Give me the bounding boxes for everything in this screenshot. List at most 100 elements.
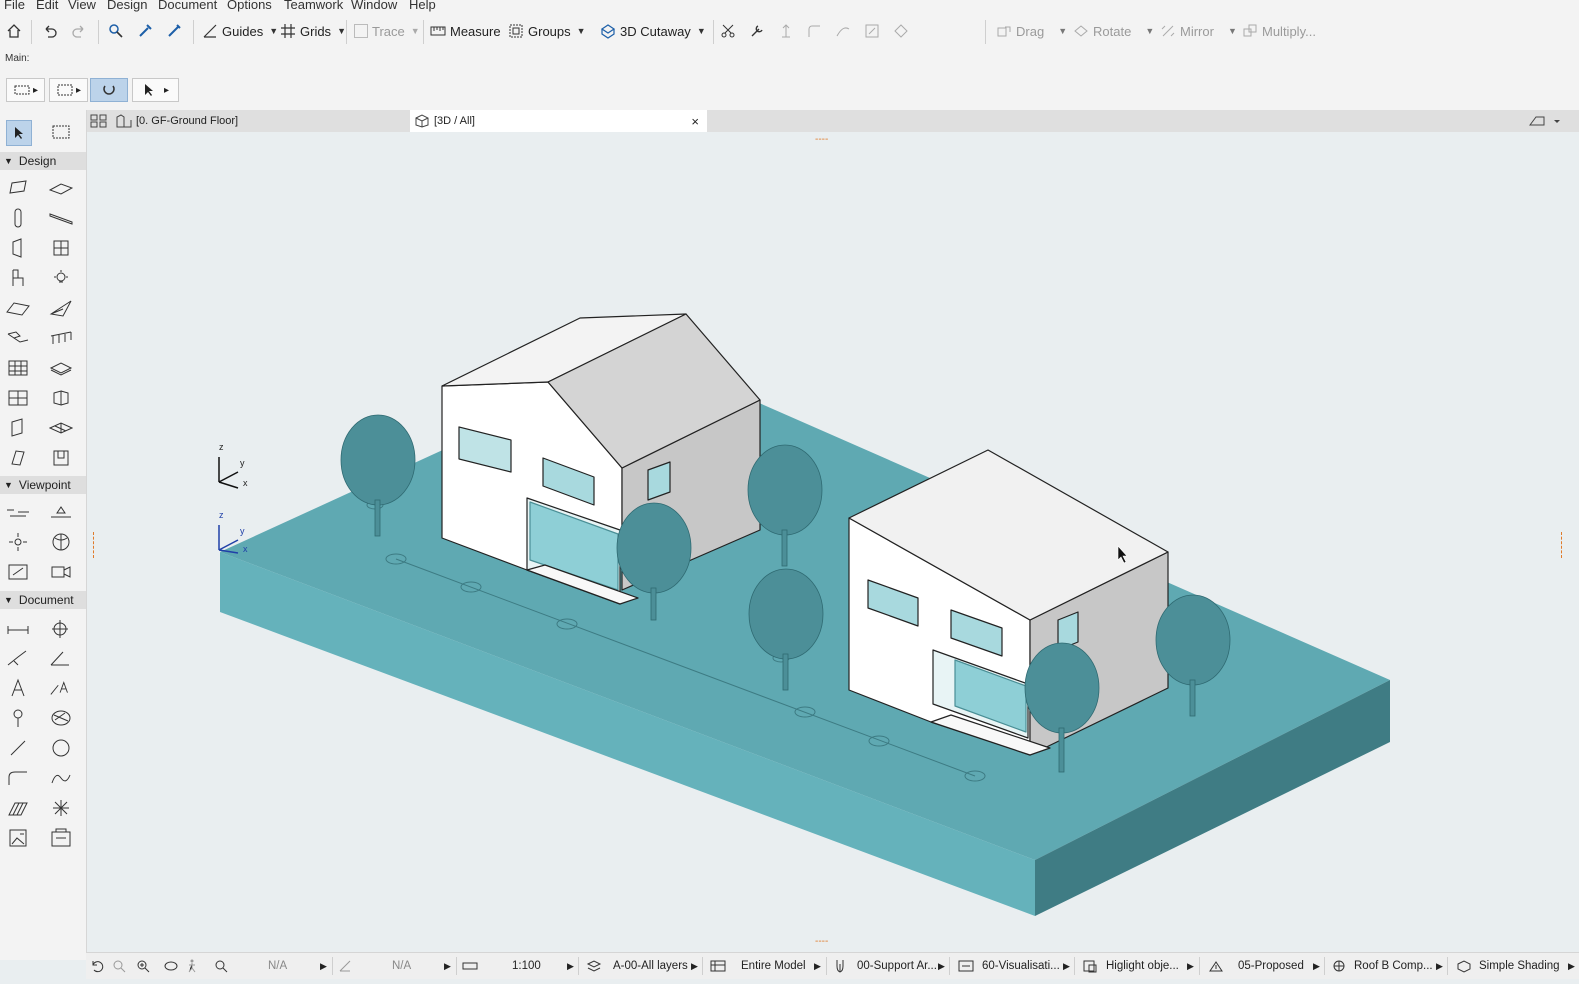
shading-icon[interactable]	[1456, 953, 1472, 979]
model-arrow[interactable]: ▶	[814, 953, 821, 979]
elevation-tool-icon[interactable]	[49, 500, 73, 524]
guides-button[interactable]: Guides ▼	[202, 12, 278, 50]
walk-icon[interactable]	[186, 953, 198, 979]
orbit-icon[interactable]	[164, 953, 178, 979]
renovation-arrow[interactable]: ▶	[1313, 953, 1320, 979]
trim-icon[interactable]	[720, 12, 736, 50]
tab-overview-icon[interactable]	[90, 110, 108, 132]
railing-tool-icon[interactable]	[49, 326, 73, 350]
menu-options[interactable]: Options	[227, 0, 272, 12]
label-tool-icon[interactable]	[49, 676, 73, 700]
pen-arrow[interactable]: ▶	[938, 953, 945, 979]
lamp-tool-icon[interactable]	[49, 266, 73, 290]
zoom-in-icon[interactable]	[136, 953, 150, 979]
section-viewpoint[interactable]: ▼ Viewpoint	[0, 476, 86, 494]
circle-tool-icon[interactable]	[49, 736, 73, 760]
angle-icon[interactable]	[338, 953, 352, 979]
stair-tool-icon[interactable]	[6, 326, 30, 350]
grids-button[interactable]: Grids ▼	[280, 12, 346, 50]
tab-ground-floor[interactable]: [0. GF-Ground Floor]	[116, 110, 406, 132]
spline-tool-icon[interactable]	[49, 766, 73, 790]
angle-value[interactable]: N/A	[392, 953, 411, 979]
model-view-options[interactable]: 60-Visualisati...	[982, 953, 1060, 979]
zoom-out-icon[interactable]	[112, 953, 126, 979]
window-tool-icon[interactable]	[49, 236, 73, 260]
drawing-tool-icon[interactable]	[49, 826, 73, 850]
pen-set[interactable]: 00-Support Ar...	[857, 953, 937, 979]
shading-arrow[interactable]: ▶	[1568, 953, 1575, 979]
fill-tool-icon[interactable]	[49, 706, 73, 730]
resize-icon[interactable]	[864, 12, 880, 50]
undo-icon[interactable]	[42, 12, 58, 50]
graphic-override[interactable]: Higlight obje...	[1106, 953, 1179, 979]
roof-icon[interactable]	[893, 12, 909, 50]
tab-3d-all[interactable]: [3D / All] ×	[410, 110, 707, 132]
camera-tool-icon[interactable]	[49, 560, 73, 584]
roof-tool-icon[interactable]	[6, 296, 30, 320]
polyline-tool-icon[interactable]	[6, 766, 30, 790]
wall-tool-icon[interactable]	[6, 176, 30, 200]
skylight-tool-icon[interactable]	[6, 416, 30, 440]
menu-view[interactable]: View	[68, 0, 96, 12]
arrow-tool-icon[interactable]	[6, 120, 32, 146]
redo-icon[interactable]	[71, 12, 87, 50]
worksheet-tool-icon[interactable]	[49, 530, 73, 554]
selection-area-button[interactable]: ▸	[49, 78, 88, 102]
structure-display-icon[interactable]	[1331, 953, 1347, 979]
home-icon[interactable]	[6, 12, 22, 50]
marquee-tool-icon[interactable]	[49, 120, 73, 144]
angle-arrow[interactable]: ▶	[444, 953, 451, 979]
groups-button[interactable]: Groups ▼	[508, 12, 586, 50]
mirror-button[interactable]: Mirror ▼	[1160, 12, 1237, 50]
curtain-wall-tool-icon[interactable]	[6, 356, 30, 380]
scale-arrow[interactable]: ▶	[567, 953, 574, 979]
line-tool-icon[interactable]	[6, 736, 30, 760]
pen-set-icon[interactable]	[834, 953, 846, 979]
level-dimension-icon[interactable]	[6, 646, 30, 670]
door-tool-icon[interactable]	[6, 236, 30, 260]
fit-zoom-icon[interactable]	[214, 953, 228, 979]
menu-design[interactable]: Design	[107, 0, 147, 12]
menu-teamwork[interactable]: Teamwork	[284, 0, 343, 12]
model-filter[interactable]: Entire Model	[741, 953, 806, 979]
3d-cutaway-button[interactable]: 3D Cutaway ▼	[600, 12, 706, 50]
zone-tool-icon[interactable]	[6, 386, 30, 410]
layer-arrow[interactable]: ▶	[691, 953, 698, 979]
hotspot-tool-icon[interactable]	[49, 796, 73, 820]
zoom-arrow[interactable]: ▶	[320, 953, 327, 979]
elevate-icon[interactable]	[778, 12, 794, 50]
multiply-button[interactable]: Multiply...	[1242, 12, 1316, 50]
marker-tool-icon[interactable]	[6, 706, 30, 730]
quick-selection-button[interactable]	[90, 78, 128, 102]
menu-help[interactable]: Help	[409, 0, 436, 12]
menu-edit[interactable]: Edit	[36, 0, 58, 12]
scale-value[interactable]: 1:100	[512, 953, 541, 979]
layer-combination[interactable]: A-00-All layers	[613, 953, 688, 979]
hatch-tool-icon[interactable]	[6, 796, 30, 820]
mesh-tool-icon[interactable]	[49, 386, 73, 410]
zoom-value[interactable]: N/A	[268, 953, 287, 979]
override-arrow[interactable]: ▶	[1187, 953, 1194, 979]
dimension-tool-icon[interactable]	[6, 616, 30, 640]
trace-button[interactable]: Trace ▼	[354, 12, 420, 50]
model-view-icon[interactable]	[710, 953, 726, 979]
3d-style[interactable]: Simple Shading	[1479, 953, 1560, 979]
menu-file[interactable]: File	[4, 0, 25, 12]
renovation-filter[interactable]: 05-Proposed	[1238, 953, 1304, 979]
object-tool-icon[interactable]	[6, 266, 30, 290]
shell-tool-icon[interactable]	[49, 296, 73, 320]
rotate-button[interactable]: Rotate ▼	[1073, 12, 1154, 50]
curve-icon[interactable]	[835, 12, 851, 50]
drag-button[interactable]: Drag ▼	[996, 12, 1067, 50]
scale-icon[interactable]	[462, 953, 478, 979]
slab-tool-icon[interactable]	[49, 176, 73, 200]
column-tool-icon[interactable]	[6, 206, 30, 230]
graphic-override-icon[interactable]	[1082, 953, 1098, 979]
layers-icon[interactable]	[586, 953, 602, 979]
structure-display[interactable]: Roof B Comp...	[1354, 953, 1433, 979]
structure-arrow[interactable]: ▶	[1436, 953, 1443, 979]
find-select-icon[interactable]	[108, 12, 124, 50]
close-tab-icon[interactable]: ×	[691, 114, 699, 129]
morph-tool-icon[interactable]	[49, 356, 73, 380]
syringe-icon[interactable]	[166, 12, 182, 50]
